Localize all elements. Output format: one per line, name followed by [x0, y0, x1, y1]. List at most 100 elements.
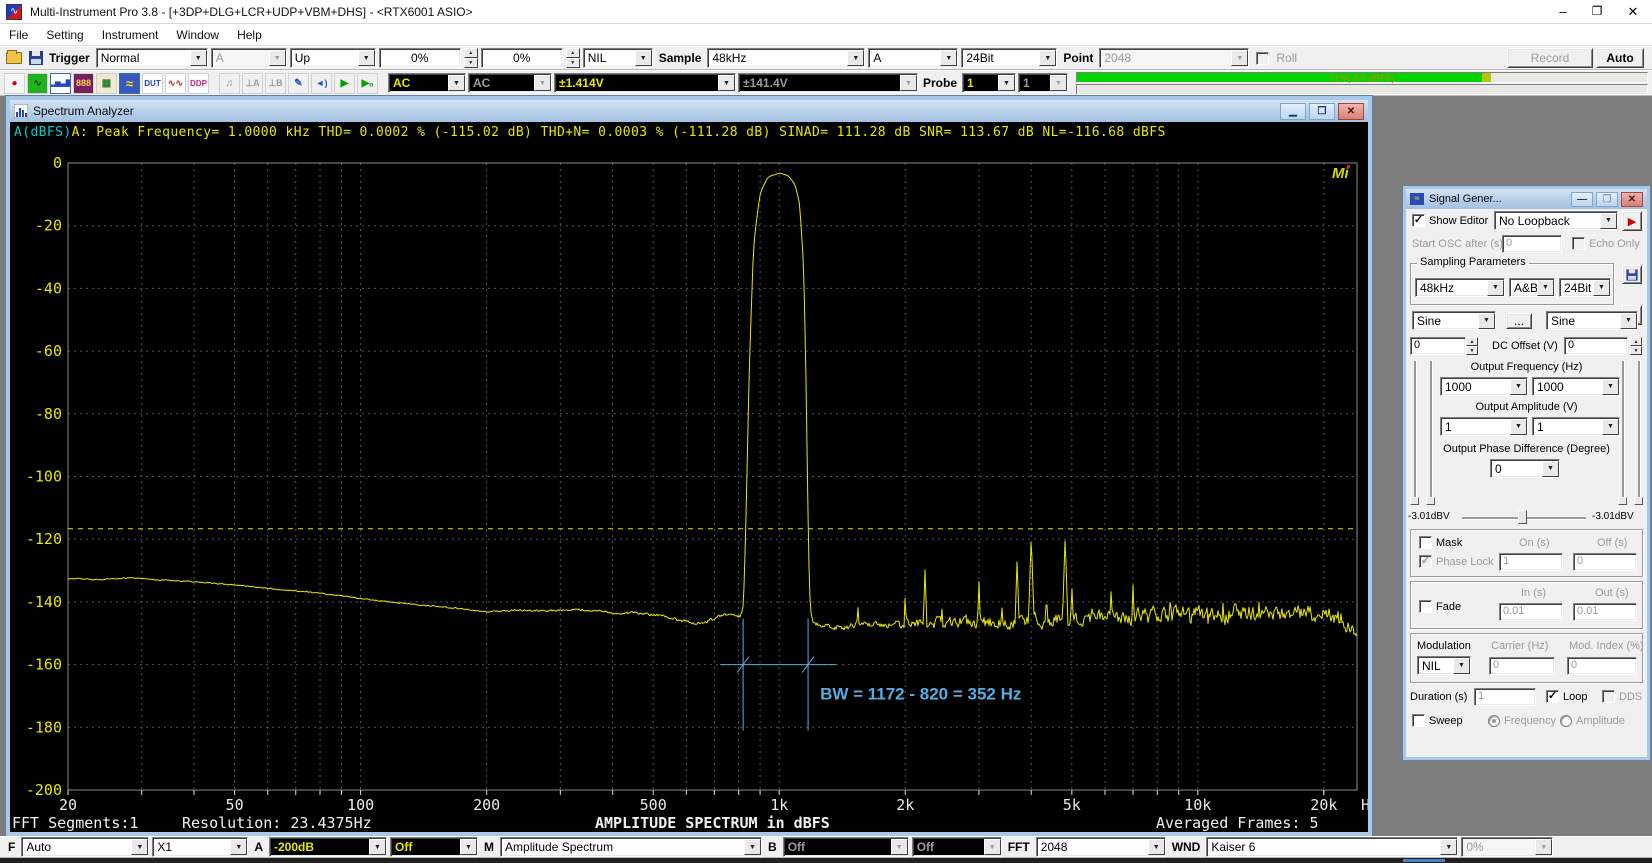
dc-offset-b-spinner[interactable]: ▲▼ [1630, 337, 1642, 355]
siggen-window-title: Signal Gener... [1424, 193, 1568, 205]
spectrum-analyzer-window: Spectrum Analyzer ▁ ❐ ✕ A(dBFS)A: Peak F… [6, 96, 1372, 836]
carrier-input: 0 [1489, 657, 1555, 675]
wave-b-combo[interactable]: Sine▼ [1546, 311, 1638, 330]
spectrum-plot-area[interactable]: 0-20-40-60-80-100-120-140-160-180-200205… [10, 143, 1368, 832]
mask-off-label: Off (s) [1597, 537, 1627, 549]
level-slider-a2[interactable] [1430, 361, 1432, 505]
hpf-combo[interactable]: NIL▼ [583, 48, 653, 68]
trigger-level-field[interactable]: 0% [379, 48, 461, 68]
bit-depth-combo[interactable]: 24Bit▼ [961, 48, 1057, 68]
main-title-bar: Multi-Instrument Pro 3.8 - [+3DP+DLG+LCR… [0, 0, 1652, 24]
level-meter-b [1076, 84, 1648, 95]
freq-axis-combo[interactable]: Auto▼ [21, 837, 149, 857]
balance-slider-handle[interactable] [1518, 510, 1527, 524]
frequency-b-combo[interactable]: 1000▼ [1532, 377, 1620, 396]
wave-file-button[interactable]: ... [1506, 313, 1532, 329]
zoom-combo[interactable]: X1▼ [152, 837, 248, 857]
siggen-channels-combo[interactable]: A&B▼ [1509, 278, 1555, 297]
auto-button[interactable]: Auto [1596, 48, 1644, 68]
siggen-close-button[interactable]: ✕ [1621, 192, 1643, 207]
trigger-delay-field[interactable]: 0% [481, 48, 563, 68]
svg-text:200: 200 [473, 796, 500, 814]
spectrum-restore-button[interactable]: ❐ [1309, 103, 1335, 120]
mask-group: Mask On (s) Off (s) ✓ Phase Lock 1 0 [1410, 529, 1643, 577]
run-icon[interactable]: ▶ [334, 73, 355, 94]
fade-checkbox[interactable] [1419, 600, 1432, 613]
signal-generator-icon[interactable]: ≈ [119, 73, 140, 94]
wave-a-combo[interactable]: Sine▼ [1412, 311, 1496, 330]
siggen-bits-combo[interactable]: 24Bit▼ [1559, 278, 1611, 297]
close-button[interactable]: ✕ [1614, 4, 1652, 20]
run-loop-icon[interactable]: ▶ₒ [357, 73, 378, 94]
menu-instrument[interactable]: Instrument [93, 28, 168, 42]
multimeter-icon[interactable]: 888 [73, 73, 94, 94]
svg-text:-120: -120 [26, 530, 62, 548]
dc-offset-a-spinner[interactable]: ▲▼ [1466, 337, 1478, 355]
save-icon[interactable] [29, 51, 43, 65]
loop-checkbox[interactable]: ✓ [1546, 690, 1559, 703]
dc-offset-a-input[interactable]: 0 [1410, 337, 1466, 355]
minimize-button[interactable]: – [1546, 4, 1580, 20]
window-function-combo[interactable]: Kaiser 6▼ [1206, 837, 1458, 857]
svg-text:-20: -20 [35, 217, 62, 235]
range-a-display-combo[interactable]: -200dB▼ [269, 837, 387, 857]
loopback-combo[interactable]: No Loopback▼ [1494, 211, 1618, 230]
slider-handle-a1[interactable] [1410, 497, 1419, 505]
phase-combo[interactable]: 0▼ [1490, 459, 1560, 478]
sweep-checkbox[interactable] [1412, 714, 1425, 727]
device-test-plan-icon[interactable]: ▦ [96, 73, 117, 94]
siggen-rate-combo[interactable]: 48kHz▼ [1415, 278, 1505, 297]
slider-handle-b2[interactable] [1634, 497, 1643, 505]
mode-combo[interactable]: Amplitude Spectrum▼ [500, 837, 762, 857]
level-slider-b1[interactable] [1622, 361, 1624, 505]
frequency-a-combo[interactable]: 1000▼ [1440, 377, 1528, 396]
derived-curve-icon[interactable]: ∿∿ [165, 73, 186, 94]
trigger-level-spinner[interactable]: ▲▼ [464, 48, 478, 68]
open-icon[interactable] [6, 52, 22, 64]
show-editor-checkbox[interactable]: ✓ [1412, 214, 1425, 227]
calibration-icon[interactable]: ✎ [288, 73, 309, 94]
range-b-combo: ±141.4V▼ [738, 73, 918, 93]
slider-handle-b1[interactable] [1618, 497, 1627, 505]
spectrum-title-bar[interactable]: Spectrum Analyzer ▁ ❐ ✕ [10, 100, 1368, 122]
spectrum-analyzer-icon[interactable]: ▂▅▃▇ [50, 73, 71, 94]
spectrum-minimize-button[interactable]: ▁ [1280, 103, 1306, 120]
coupling-a-combo[interactable]: AC▼ [388, 73, 466, 93]
siggen-run-button[interactable]: ▶ [1622, 211, 1642, 231]
level-slider-b2[interactable] [1638, 361, 1640, 505]
range-a-combo[interactable]: ±1.414V▼ [554, 73, 736, 93]
fft-points-combo[interactable]: 2048▼ [1036, 837, 1166, 857]
siggen-minimize-button[interactable]: — [1571, 192, 1593, 207]
sample-rate-combo[interactable]: 48kHz▼ [707, 48, 865, 68]
maximize-button[interactable]: ❐ [1580, 4, 1614, 20]
modulation-combo[interactable]: NIL▼ [1417, 656, 1471, 675]
menu-file[interactable]: File [0, 28, 37, 42]
sound-output-icon[interactable]: ◄) [311, 73, 332, 94]
amplitude-a-combo[interactable]: 1▼ [1440, 417, 1528, 436]
level-slider-a1[interactable] [1414, 361, 1416, 505]
trigger-edge-combo[interactable]: Up▼ [290, 48, 376, 68]
menu-help[interactable]: Help [228, 28, 271, 42]
smooth-a-combo[interactable]: Off▼ [390, 837, 478, 857]
probe-a-combo[interactable]: 1▼ [962, 73, 1016, 93]
dut-icon[interactable]: DUT [142, 73, 163, 94]
dc-offset-b-input[interactable]: 0 [1564, 337, 1628, 355]
svg-text:-60: -60 [35, 342, 62, 360]
menu-setting[interactable]: Setting [37, 28, 92, 42]
siggen-save-button[interactable] [1622, 265, 1642, 284]
mask-checkbox[interactable] [1419, 536, 1432, 549]
fade-label: Fade [1436, 601, 1461, 613]
trigger-delay-spinner[interactable]: ▲▼ [566, 48, 580, 68]
spectrum-close-button[interactable]: ✕ [1338, 103, 1364, 120]
menu-window[interactable]: Window [167, 28, 228, 42]
record-icon[interactable]: ● [4, 73, 25, 94]
slider-handle-a2[interactable] [1426, 497, 1435, 505]
siggen-window-icon: ≈ [1410, 193, 1424, 205]
mod-index-label: Mod. Index (%) [1569, 640, 1644, 652]
amplitude-b-combo[interactable]: 1▼ [1532, 417, 1620, 436]
ddp-viewer-icon[interactable]: DDP [188, 73, 209, 94]
trigger-mode-combo[interactable]: Normal▼ [96, 48, 208, 68]
sample-channel-combo[interactable]: A▼ [868, 48, 958, 68]
oscilloscope-icon[interactable]: ∿ [27, 73, 48, 94]
siggen-title-bar[interactable]: ≈ Signal Gener... — ❐ ✕ [1406, 189, 1647, 209]
